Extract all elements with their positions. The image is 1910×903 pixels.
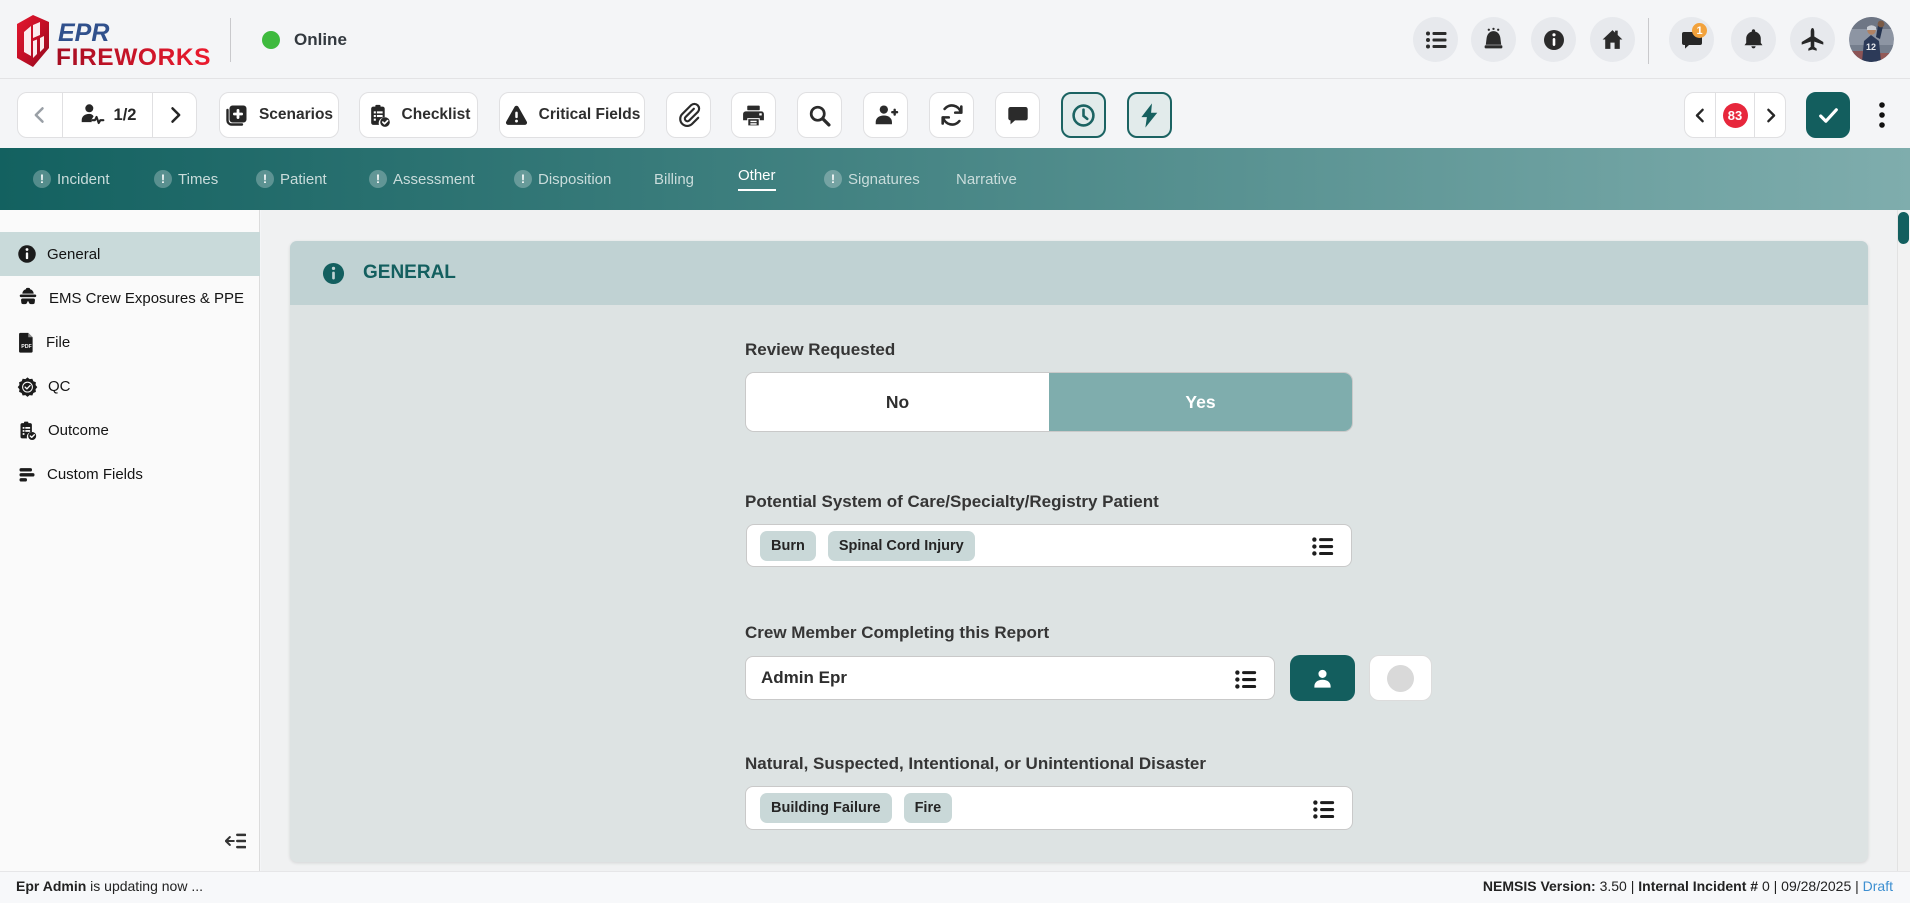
svg-text:FIREWORKS: FIREWORKS [56,44,211,68]
svg-text:12: 12 [1866,42,1876,52]
svg-text:EPR: EPR [58,19,109,47]
svg-text:PDF: PDF [21,343,32,349]
